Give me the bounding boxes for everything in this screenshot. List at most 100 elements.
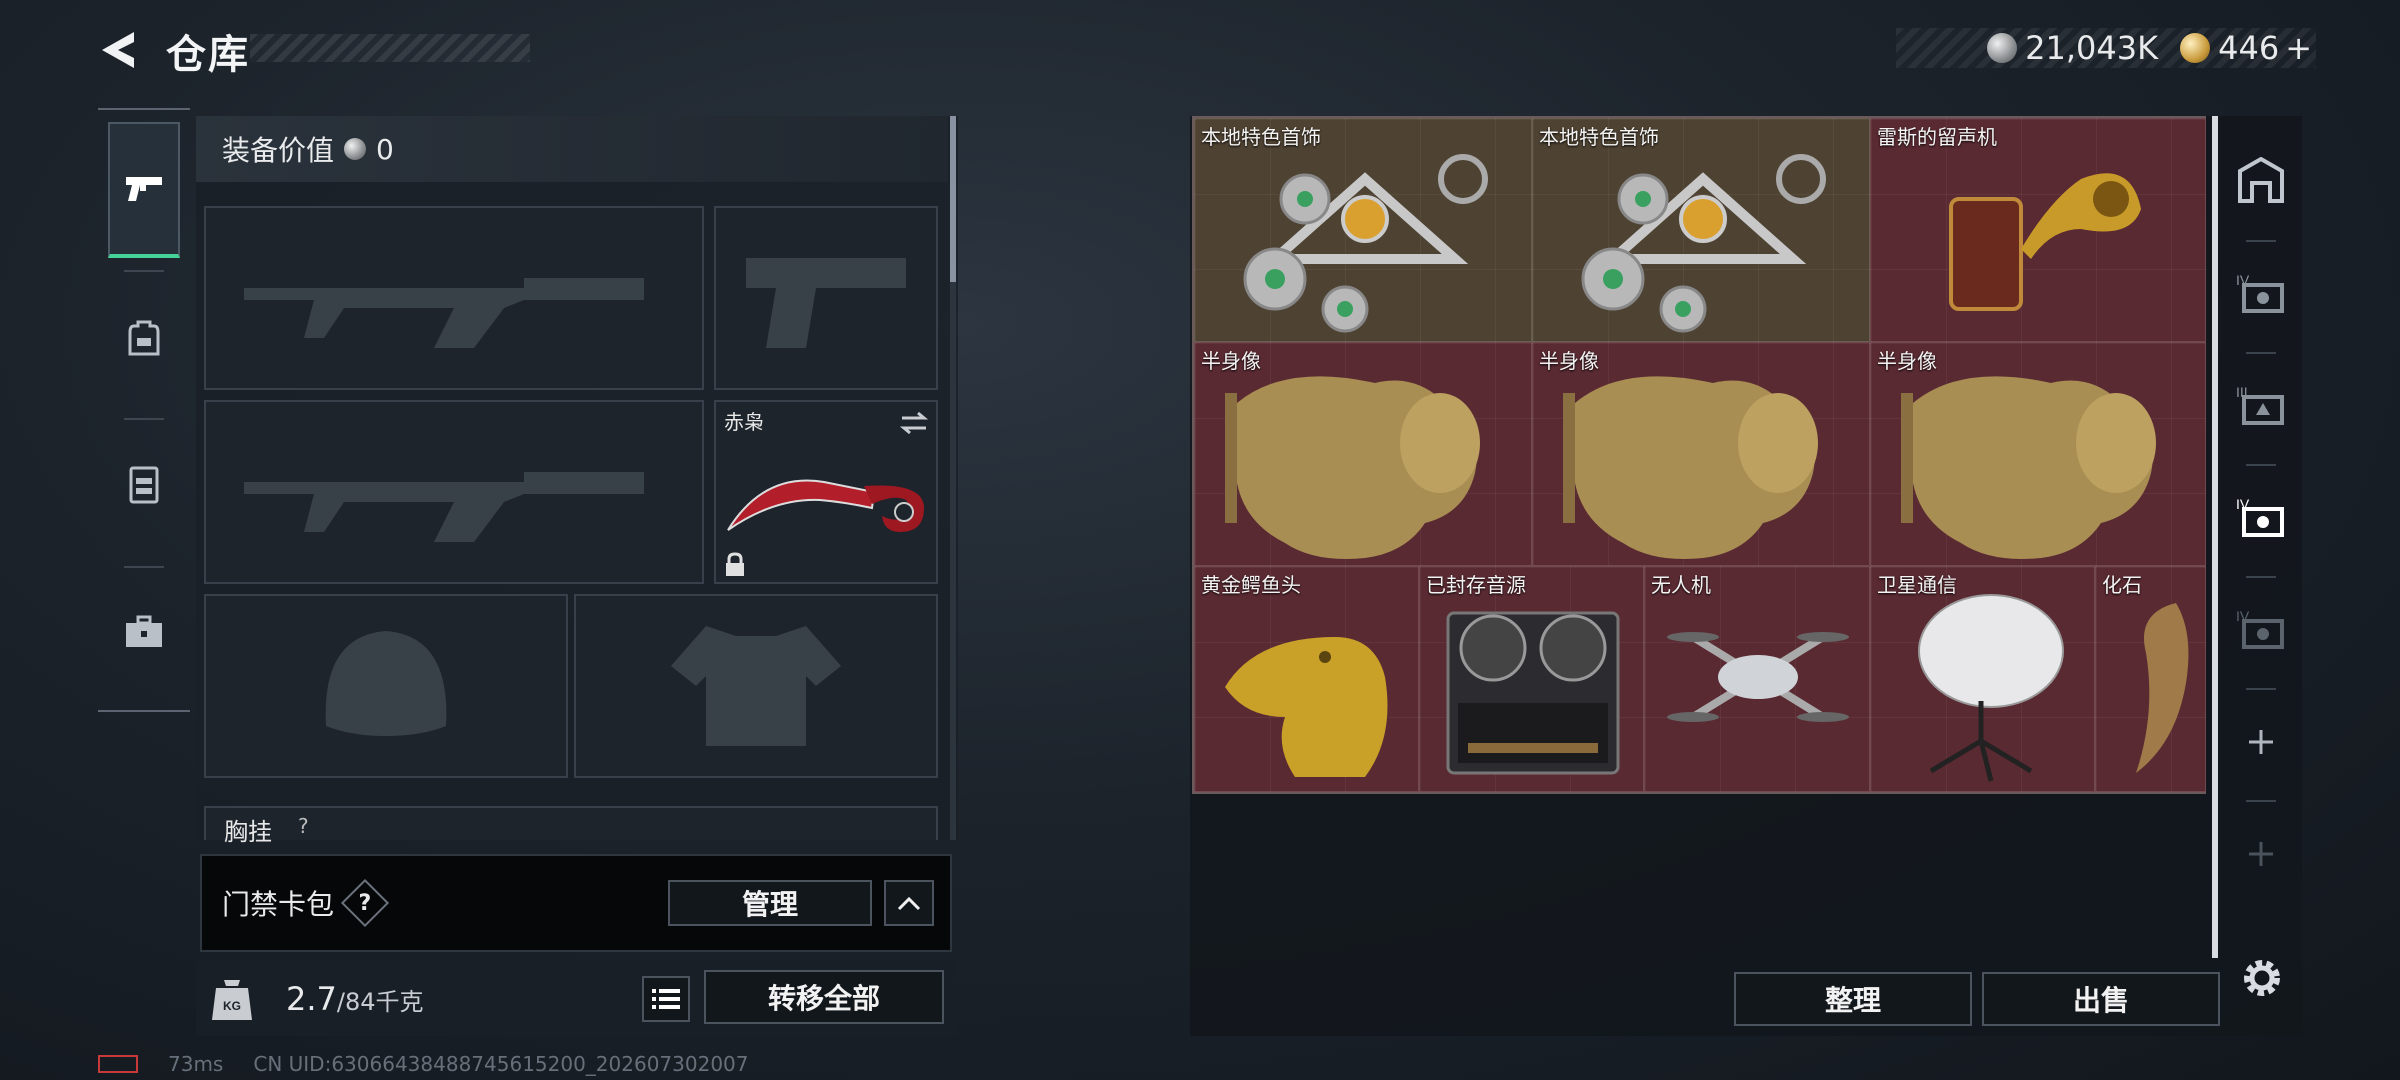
armor-slot[interactable]: [574, 594, 938, 778]
list-icon: [652, 989, 680, 1009]
tier-4-case-icon: IV: [2236, 496, 2284, 537]
tier-4-case-icon: IV: [2236, 608, 2284, 649]
silver-coin-icon: [344, 138, 367, 160]
title-decoration: [250, 34, 530, 62]
tab-case[interactable]: [108, 564, 180, 700]
silver-currency: 21,043K: [1987, 29, 2158, 67]
pistol-icon: [126, 177, 162, 201]
tier-4-case-icon: IV: [2236, 272, 2284, 313]
inventory-item[interactable]: 半身像: [1870, 342, 2206, 566]
list-view-button[interactable]: [642, 976, 690, 1022]
battery-icon: [98, 1055, 138, 1073]
chest-rig-slot[interactable]: 胸挂 ?: [204, 806, 938, 846]
tab-weapons[interactable]: [108, 122, 180, 258]
gold-currency[interactable]: 446 +: [2180, 29, 2312, 67]
silver-coin-icon: [1987, 33, 2018, 63]
weight-capacity: 2.7/84千克: [286, 980, 424, 1018]
pistol-placeholder-icon: [716, 208, 936, 388]
svg-text:III: III: [2236, 384, 2248, 400]
gramophone-icon: [1949, 173, 2141, 311]
inventory-scrollbar[interactable]: [2212, 116, 2218, 958]
rifle-placeholder-icon: [206, 208, 702, 388]
storage-tab-tier4-c[interactable]: IV: [2226, 580, 2296, 680]
weight-max: /84千克: [336, 988, 424, 1016]
inventory-item[interactable]: 化石: [2095, 566, 2206, 792]
manage-button[interactable]: 管理: [668, 880, 872, 926]
storage-tab-tier3[interactable]: III: [2226, 356, 2296, 456]
storage-home-icon: [2238, 157, 2284, 203]
fossil-claw-icon: [2136, 603, 2189, 773]
silver-currency-value: 21,043K: [2025, 29, 2159, 67]
gold-coin-icon: [2180, 33, 2211, 63]
item-name: 黄金鳄鱼头: [1201, 573, 1301, 597]
gear-icon: [2244, 960, 2280, 996]
weight-icon: KG: [210, 976, 254, 1024]
keycard-label: 门禁卡包: [222, 888, 335, 921]
reel-tape-recorder-icon: [1446, 611, 1620, 775]
chevron-up-icon: [897, 896, 921, 911]
bust-statue-icon: [1563, 376, 1818, 559]
inventory-item[interactable]: 黄金鳄鱼头: [1194, 566, 1419, 792]
tab-vest[interactable]: [108, 416, 180, 552]
item-name: 半身像: [1539, 349, 1599, 373]
plus-icon: [2249, 842, 2273, 866]
keycard-help-icon[interactable]: ?: [340, 878, 390, 928]
inventory-item[interactable]: 无人机: [1644, 566, 1870, 792]
storage-tab-home[interactable]: [2226, 130, 2296, 230]
loadout-scrollbar-thumb[interactable]: [950, 116, 956, 282]
svg-text:IV: IV: [2236, 608, 2250, 624]
melee-slot[interactable]: 赤枭: [714, 400, 938, 584]
item-name: 化石: [2102, 573, 2142, 597]
backpack-icon: [128, 320, 160, 356]
briefcase-icon: [126, 615, 162, 647]
inventory-item[interactable]: 半身像: [1194, 342, 1532, 566]
weight-current: 2.7: [286, 980, 337, 1018]
storage-tab-tier4-a[interactable]: IV: [2226, 244, 2296, 344]
equip-value-label: 装备价值: [222, 134, 335, 167]
plus-icon: [2249, 730, 2273, 754]
back-button[interactable]: [96, 26, 144, 74]
back-arrow-icon: [102, 32, 134, 68]
svg-text:IV: IV: [2236, 496, 2250, 512]
equip-value: 0: [376, 132, 394, 166]
helmet-slot[interactable]: [204, 594, 568, 778]
inventory-item[interactable]: 卫星通信: [1870, 566, 2095, 792]
satellite-dish-icon: [1918, 594, 2064, 782]
inventory-item[interactable]: 半身像: [1532, 342, 1870, 566]
golden-crocodile-head-icon: [1225, 637, 1388, 777]
storage-tab-tier4-b[interactable]: IV: [2226, 468, 2296, 568]
svg-text:KG: KG: [223, 999, 241, 1013]
bust-statue-icon: [1901, 376, 2156, 559]
swap-icon[interactable]: [898, 410, 930, 436]
primary-weapon-slot-2[interactable]: [204, 400, 704, 584]
item-name: 半身像: [1877, 349, 1937, 373]
gold-currency-add[interactable]: +: [2285, 29, 2312, 67]
item-name: 半身像: [1201, 349, 1261, 373]
rifle-placeholder-icon: [206, 402, 702, 582]
chest-rig-help[interactable]: ?: [298, 814, 309, 838]
item-name: 已封存音源: [1426, 573, 1526, 597]
item-name: 雷斯的留声机: [1877, 125, 1997, 149]
tab-backpack[interactable]: [108, 270, 180, 406]
sort-button[interactable]: 整理: [1734, 972, 1972, 1026]
inventory-item[interactable]: 雷斯的留声机: [1870, 118, 2206, 342]
item-name: 卫星通信: [1877, 573, 1957, 597]
settings-button[interactable]: [2236, 952, 2288, 1004]
status-footer: 73ms CN UID:63066438488745615200_2026073…: [98, 1052, 749, 1076]
equip-value-row: 装备价值 0: [196, 116, 948, 182]
helmet-placeholder-icon: [206, 596, 566, 776]
sell-button[interactable]: 出售: [1982, 972, 2220, 1026]
add-storage-button[interactable]: [2226, 692, 2296, 792]
tier-3-case-icon: III: [2236, 384, 2284, 425]
inventory-grid: 本地特色首饰 本地特色首饰 雷斯的留声机 半身像 半身像 半身像 黄金鳄鱼头 已…: [1192, 116, 2206, 794]
pistol-slot[interactable]: [714, 206, 938, 390]
transfer-all-button[interactable]: 转移全部: [704, 970, 944, 1024]
armor-placeholder-icon: [576, 596, 936, 776]
collapse-button[interactable]: [884, 880, 934, 926]
inventory-item[interactable]: 已封存音源: [1419, 566, 1644, 792]
uid: CN UID:63066438488745615200_202607302007: [253, 1052, 749, 1076]
inventory-item[interactable]: 本地特色首饰: [1532, 118, 1870, 342]
latency: 73ms: [168, 1052, 224, 1076]
inventory-item[interactable]: 本地特色首饰: [1194, 118, 1532, 342]
primary-weapon-slot-1[interactable]: [204, 206, 704, 390]
